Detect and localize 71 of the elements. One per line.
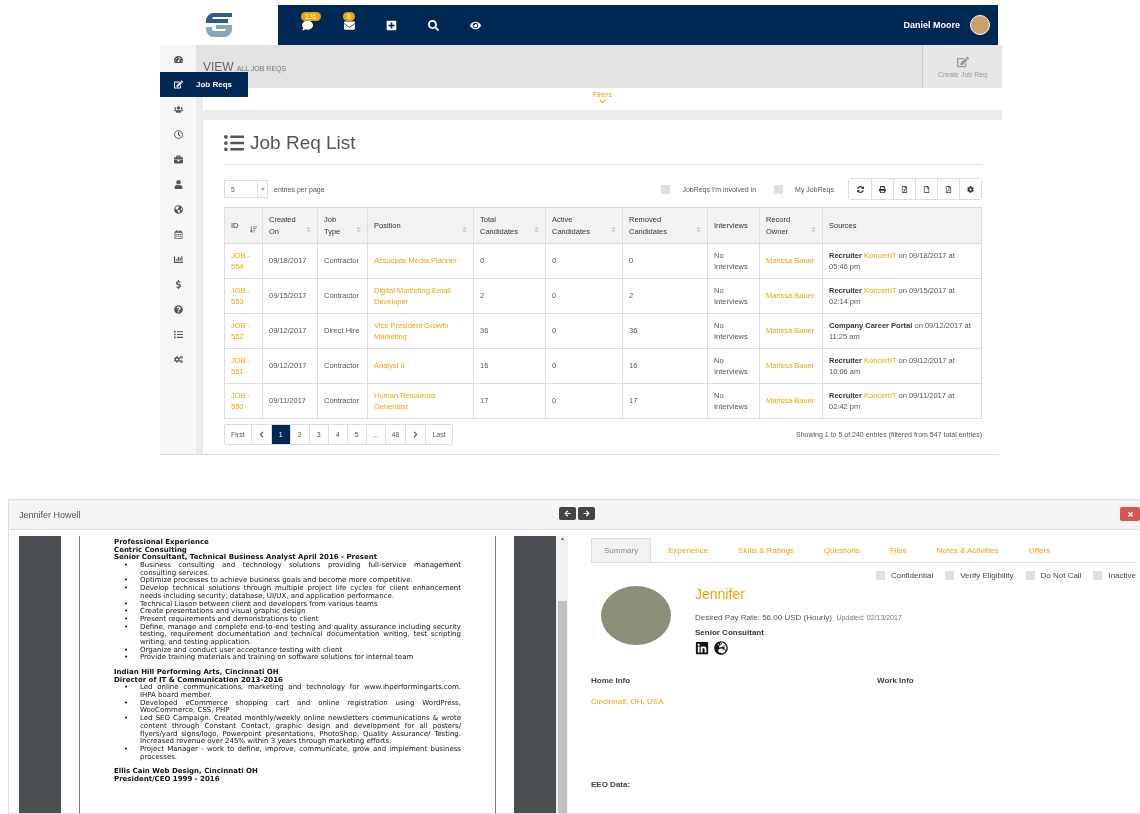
excel-file-icon — [901, 185, 908, 193]
tab[interactable]: Summary — [591, 538, 652, 562]
work-info-label: Work Info — [877, 676, 914, 685]
tab[interactable]: Offers — [1015, 538, 1064, 562]
candidate-role: Senior Consultant — [695, 628, 765, 637]
clock-icon — [173, 130, 183, 139]
previous-button[interactable] — [559, 507, 576, 520]
caret-up-icon[interactable] — [558, 536, 566, 542]
candidate-name: Jennifer — [695, 586, 746, 602]
arrow-left-icon — [564, 510, 571, 517]
briefcase-icon — [173, 155, 183, 164]
scrollbar[interactable] — [556, 536, 568, 813]
tab[interactable]: Experience — [655, 538, 722, 562]
user-name[interactable]: Daniel Moore — [897, 20, 966, 30]
edit-icon — [956, 55, 969, 68]
tab[interactable]: Notes & Activities — [923, 538, 1012, 562]
refresh-icon — [856, 185, 864, 193]
checkbox[interactable] — [1093, 571, 1103, 580]
checkbox[interactable] — [875, 571, 885, 580]
close-icon — [1126, 510, 1134, 518]
checkbox-label: Inactive — [1108, 571, 1136, 580]
user-avatar[interactable] — [970, 15, 990, 35]
checkbox[interactable] — [774, 184, 784, 194]
file-icon — [923, 185, 930, 193]
dashboard-icon — [173, 55, 183, 64]
location-link[interactable]: Cincinnati, OH, USA — [591, 697, 664, 706]
help-icon — [173, 305, 183, 314]
home-info-label: Home Info — [591, 676, 631, 685]
candidate-title: Jennifer Howell — [19, 509, 81, 520]
envelope-icon — [343, 19, 355, 31]
cogs-icon — [173, 355, 183, 364]
settings-button[interactable] — [959, 179, 981, 199]
checkbox-label: Confidential — [890, 571, 934, 580]
tab[interactable]: Questions — [810, 538, 873, 562]
users-icon — [173, 105, 183, 114]
checkbox-label: Verify Eligibility — [960, 571, 1014, 580]
close-button[interactable] — [1120, 507, 1140, 521]
arrow-right-icon — [583, 510, 590, 517]
user-icon — [173, 180, 183, 189]
caret-icon — [259, 186, 266, 192]
checkbox[interactable] — [661, 184, 671, 194]
chevron-left-icon — [257, 430, 265, 438]
comment-icon — [301, 19, 313, 31]
linkedin-icon[interactable] — [695, 641, 709, 655]
edit-icon — [173, 80, 183, 89]
search-icon — [427, 19, 439, 31]
dollar-icon — [173, 280, 183, 289]
checkbox[interactable] — [1025, 571, 1035, 580]
list-icon — [173, 330, 183, 339]
tab[interactable]: Files — [876, 538, 920, 562]
globe-icon — [173, 205, 183, 214]
checkbox-label: Do Not Call — [1040, 571, 1082, 580]
bar-chart-icon — [173, 255, 183, 264]
page-title: VIEW — [203, 60, 234, 74]
calendar-icon — [173, 230, 183, 239]
print-icon — [879, 185, 886, 193]
pdf-file-icon — [945, 185, 952, 193]
card-title: Job Req List — [250, 132, 356, 154]
tab[interactable]: Skills & Ratings — [725, 538, 807, 562]
settings-icon — [967, 185, 974, 193]
chevron-down-icon — [599, 98, 606, 105]
globe-icon[interactable] — [714, 641, 728, 655]
eye-icon — [469, 19, 481, 31]
chevron-right-icon — [412, 430, 420, 438]
pay-rate: Desired Pay Rate: 56.00 USD (Hourly) — [695, 613, 832, 622]
next-button[interactable] — [578, 507, 595, 520]
sidebar-item[interactable]: Job Reqs — [160, 72, 248, 97]
eeo-label: EEO Data: — [591, 780, 632, 789]
list-icon — [224, 133, 244, 153]
plus-icon — [385, 19, 397, 31]
checkbox[interactable] — [945, 571, 955, 580]
